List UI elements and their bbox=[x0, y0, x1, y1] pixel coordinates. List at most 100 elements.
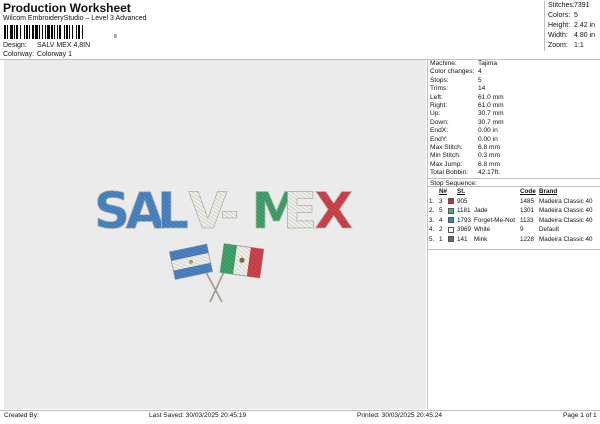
machine-stat-row: EndY: 0.00 in bbox=[428, 136, 600, 144]
machine-stat-value: 4 bbox=[478, 68, 482, 76]
stat-zoom: Zoom: 1:1 bbox=[548, 42, 584, 49]
seq-n: 4 bbox=[439, 216, 443, 224]
col-code: Code bbox=[520, 188, 536, 196]
seq-stop: 3. bbox=[429, 216, 435, 224]
machine-stat-label: Right: bbox=[430, 101, 448, 109]
machine-stat-label: EndX: bbox=[430, 127, 448, 135]
stop-sequence-row: 1. 3 905 1485 Madeira Classic 40 bbox=[429, 196, 600, 206]
stat-width: Width: 4.80 in bbox=[548, 32, 596, 39]
colorway-row: Colorway: Colorway 1 bbox=[3, 51, 72, 58]
machine-stat-value: 0.00 in bbox=[478, 127, 498, 135]
seq-n: 5 bbox=[439, 207, 443, 215]
seq-stop: 1. bbox=[429, 197, 435, 205]
machine-stat-value: 42.17ft. bbox=[478, 169, 500, 177]
machine-stat-value: 30.7 mm bbox=[478, 118, 504, 126]
barcode-suffix: 8 bbox=[114, 34, 117, 40]
design-row: Design: SALV MEX 4,8IN bbox=[3, 42, 90, 49]
seq-n: 3 bbox=[439, 197, 443, 205]
page-title: Production Worksheet bbox=[3, 1, 131, 15]
software-subtitle: Wilcom EmbroideryStudio – Level 3 Advanc… bbox=[3, 15, 147, 22]
design-letter-texture: E bbox=[283, 182, 317, 240]
design-label: Design: bbox=[3, 42, 27, 49]
seq-brand: Madeira Classic 40 bbox=[539, 207, 593, 215]
machine-stat-row: Machine: Tajima bbox=[428, 60, 600, 68]
machine-stat-value: 61.0 mm bbox=[478, 101, 504, 109]
production-worksheet: Production Worksheet Wilcom EmbroiderySt… bbox=[0, 0, 600, 424]
seq-name: Mink bbox=[474, 235, 488, 243]
design-letter-texture: L bbox=[157, 182, 189, 240]
stop-sequence-header: N# St. Code Brand bbox=[429, 187, 600, 196]
machine-stat-label: Down: bbox=[430, 118, 449, 126]
colorway-label: Colorway: bbox=[3, 51, 35, 58]
machine-stat-value: 61.0 mm bbox=[478, 93, 504, 101]
machine-stat-label: Max Stitch: bbox=[430, 143, 463, 151]
seq-code: 1301 bbox=[520, 207, 535, 215]
stat-stitches: Stitches: 7391 bbox=[548, 2, 590, 9]
machine-stat-label: Up: bbox=[430, 110, 441, 118]
machine-stat-row: EndX: 0.00 in bbox=[428, 127, 600, 135]
seq-name bbox=[474, 196, 520, 206]
machine-stat-label: Stops: bbox=[430, 76, 449, 84]
seq-n: 1 bbox=[439, 235, 443, 243]
design-letter-texture: - bbox=[220, 185, 239, 239]
el-salvador-flag bbox=[168, 243, 214, 281]
seq-brand: Default bbox=[539, 226, 559, 234]
col-st: St. bbox=[457, 188, 466, 196]
design-preview: SSAALLVV--MMEEXX bbox=[4, 60, 426, 409]
thread-color-swatch bbox=[448, 217, 454, 224]
last-saved: Last Saved: 30/03/2025 20:45:19 bbox=[149, 412, 247, 419]
machine-stat-value: 14 bbox=[478, 85, 486, 93]
machine-stat-label: Trims: bbox=[430, 85, 449, 93]
stop-sequence-table: N# St. Code Brand 1. 3 905 1485 Madeira Clas… bbox=[429, 187, 600, 244]
machine-stat-row: Max Jump: 6.8 mm bbox=[428, 161, 600, 169]
machine-stat-label: Color changes: bbox=[430, 68, 475, 76]
seq-st: 1181 bbox=[457, 207, 471, 215]
machine-stat-label: Total Bobbin: bbox=[430, 169, 469, 177]
machine-stat-label: Max Jump: bbox=[430, 160, 463, 168]
created-by: Created By: bbox=[4, 412, 39, 419]
seq-stop: 4. bbox=[429, 226, 435, 234]
col-brand: Brand bbox=[539, 188, 558, 196]
seq-stop: 2. bbox=[429, 207, 435, 215]
machine-stat-row: Left: 61.0 mm bbox=[428, 94, 600, 102]
machine-stat-row: Min Stitch: 0.3 mm bbox=[428, 152, 600, 160]
col-n: N# bbox=[439, 188, 448, 196]
thread-color-swatch bbox=[448, 236, 454, 243]
machine-stat-value: 0.00 in bbox=[478, 135, 498, 143]
machine-stat-row: Total Bobbin: 42.17ft. bbox=[428, 169, 600, 177]
colorway-value: Colorway 1 bbox=[37, 51, 73, 58]
seq-n: 2 bbox=[439, 226, 443, 234]
seq-code: 1228 bbox=[520, 235, 535, 243]
machine-info-panel: Machine: Tajima Color changes: 4 Stops: 5 Trim… bbox=[427, 60, 600, 409]
seq-brand: Madeira Classic 40 bbox=[539, 216, 593, 224]
seq-st: 3969 bbox=[457, 226, 472, 234]
crossed-flags-art bbox=[168, 243, 265, 303]
seq-code: 1133 bbox=[520, 216, 534, 224]
stop-sequence-row: 2. 5 1181 Jade 1301 Madeira Classic 40 bbox=[429, 206, 600, 216]
stop-sequence-row: 4. 2 3969 White 9 Default bbox=[429, 225, 600, 235]
thread-color-swatch bbox=[448, 198, 454, 205]
machine-stat-row: Right: 61.0 mm bbox=[428, 102, 600, 110]
seq-st: 141 bbox=[457, 235, 468, 243]
thread-color-swatch bbox=[448, 207, 454, 214]
seq-stop: 5. bbox=[429, 235, 435, 243]
seq-code: 9 bbox=[520, 226, 524, 234]
stop-sequence-row: 5. 1 141 Mink 1228 Madeira Classic 40 bbox=[429, 234, 600, 244]
stop-sequence-title: Stop Sequence: bbox=[428, 178, 600, 188]
embroidery-preview-canvas: SSAALL VV-- MMEEXX bbox=[94, 182, 354, 303]
machine-stat-row: Up: 30.7 mm bbox=[428, 110, 600, 118]
machine-stat-value: 6.8 mm bbox=[478, 143, 500, 151]
sequence-divider bbox=[428, 249, 600, 250]
machine-stat-row: Trims: 14 bbox=[428, 85, 600, 93]
seq-name: White bbox=[474, 226, 491, 234]
machine-stat-value: 6.8 mm bbox=[478, 160, 500, 168]
footer-divider bbox=[0, 410, 600, 411]
design-lettering: SSAALL VV-- MMEEXX bbox=[94, 182, 354, 241]
mexico-flag bbox=[219, 243, 265, 279]
thread-color-swatch bbox=[448, 226, 454, 233]
design-barcode bbox=[4, 25, 114, 39]
seq-code: 1485 bbox=[520, 197, 535, 205]
stat-colors: Colors: 5 bbox=[548, 12, 578, 19]
printed-date: Printed: 30/03/2025 20:45:24 bbox=[357, 412, 443, 419]
stat-height: Height: 2.42 in bbox=[548, 22, 596, 29]
